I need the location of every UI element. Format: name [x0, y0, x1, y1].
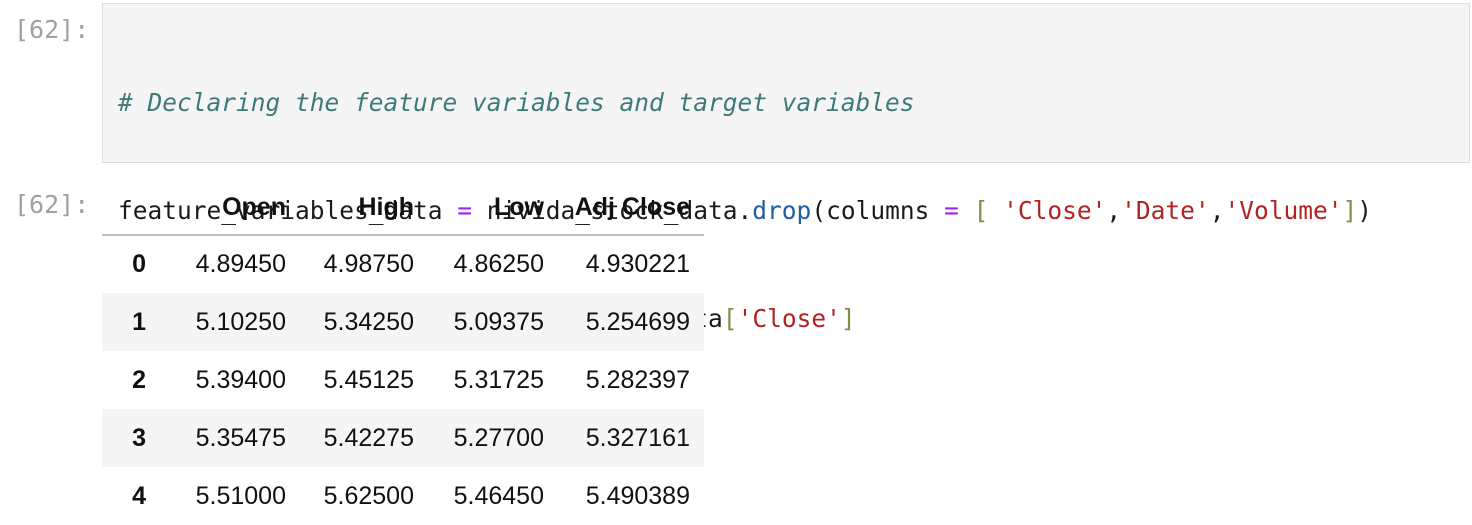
cell-high: 5.62500	[323, 481, 414, 510]
cell-high: 4.98750	[323, 250, 414, 278]
cell-adj-close: 4.930221	[585, 250, 690, 278]
column-header-open: Open	[158, 180, 286, 236]
row-index: 4	[132, 481, 146, 510]
cell-open: 4.89450	[195, 250, 286, 278]
cell-high: 5.34250	[323, 307, 414, 336]
output-prompt: [62]:	[14, 190, 90, 219]
code-bracket: ]	[1342, 196, 1358, 225]
code-bracket: [	[973, 196, 989, 225]
cell-high: 5.45125	[323, 365, 414, 394]
cell-open: 5.39400	[195, 365, 286, 394]
cell-low: 4.86250	[453, 250, 544, 278]
code-operator: =	[944, 196, 959, 225]
cell-low: 5.46450	[453, 481, 544, 510]
column-header-adj-close: Adj Close	[544, 180, 704, 236]
cell-high: 5.42275	[323, 423, 414, 452]
row-index: 1	[132, 307, 146, 336]
cell-low: 5.27700	[453, 423, 544, 452]
table-row: 2 5.39400 5.45125 5.31725 5.282397	[102, 351, 704, 409]
cell-open: 5.51000	[195, 481, 286, 510]
table-row: 3 5.35475 5.42275 5.27700 5.327161	[102, 409, 704, 467]
cell-adj-close: 5.282397	[585, 365, 690, 394]
row-index: 0	[132, 250, 146, 278]
cell-adj-close: 5.327161	[585, 423, 690, 452]
dataframe-table: Open High Low Adj Close 0 4.89450 4.9875…	[102, 180, 704, 525]
code-token: )	[1357, 196, 1372, 225]
column-header-high: High	[286, 180, 414, 236]
code-token: ,	[1209, 196, 1225, 225]
column-header-index	[102, 180, 158, 236]
table-row: 1 5.10250 5.34250 5.09375 5.254699	[102, 293, 704, 351]
cell-low: 5.31725	[453, 365, 544, 394]
code-comment: # Declaring the feature variables and ta…	[118, 88, 915, 117]
table-row: 0 4.89450 4.98750 4.86250 4.930221	[102, 235, 704, 293]
code-bracket: ]	[840, 304, 856, 333]
code-method: drop	[752, 196, 812, 225]
code-line-1: # Declaring the feature variables and ta…	[118, 85, 1372, 121]
code-string: 'Volume'	[1224, 196, 1343, 225]
cell-open: 5.10250	[195, 307, 286, 336]
column-header-low: Low	[414, 180, 544, 236]
cell-adj-close: 5.254699	[585, 307, 690, 336]
code-string: 'Close'	[737, 304, 841, 333]
row-index: 3	[132, 423, 146, 452]
code-cell[interactable]: # Declaring the feature variables and ta…	[102, 3, 1470, 441]
cell-adj-close: 5.490389	[585, 481, 690, 510]
code-token: ,	[1106, 196, 1122, 225]
code-string: 'Date'	[1121, 196, 1210, 225]
cell-low: 5.09375	[453, 307, 544, 336]
input-prompt: [62]:	[14, 15, 90, 44]
code-string: 'Close'	[1003, 196, 1107, 225]
table-header-row: Open High Low Adj Close	[102, 180, 704, 236]
code-token: (columns	[811, 196, 945, 225]
cell-open: 5.35475	[195, 423, 286, 452]
table-row: 4 5.51000 5.62500 5.46450 5.490389	[102, 467, 704, 525]
row-index: 2	[132, 365, 146, 394]
code-bracket: [	[722, 304, 738, 333]
